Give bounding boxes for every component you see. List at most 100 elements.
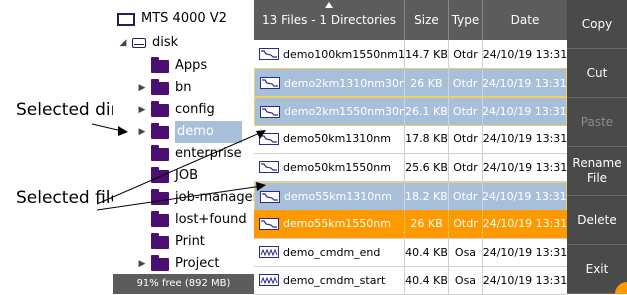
file-name-cell: demo100km1550nm10us xyxy=(254,40,405,68)
tree-folder-demo[interactable]: ▶ demo xyxy=(137,121,242,143)
osa-file-icon xyxy=(259,246,279,259)
table-row[interactable]: demo55km1550nm 26 KB Otdr 24/10/19 13:31 xyxy=(254,209,567,239)
otdr-file-icon xyxy=(259,161,279,174)
file-name-cell: demo_cmdm_start xyxy=(254,266,405,295)
tree-folder-project[interactable]: ▶ Project xyxy=(137,253,219,275)
delete-button[interactable]: Delete xyxy=(567,196,627,245)
file-type-cell: Otdr xyxy=(449,40,483,68)
file-name-cell: demo50km1310nm xyxy=(254,124,405,153)
tree-folder-label: Project xyxy=(175,256,220,271)
column-header-name[interactable]: 13 Files - 1 Directories xyxy=(254,0,405,40)
expand-arrow-icon[interactable]: ▶ xyxy=(137,83,147,93)
file-size-cell: 17.8 KB xyxy=(405,124,449,153)
table-row[interactable]: demo100km1550nm10us14.7 KBOtdr24/10/19 1… xyxy=(254,40,567,69)
expand-arrow-icon[interactable]: ▶ xyxy=(137,127,147,137)
table-row[interactable]: demo50km1310nm 17.8 KB Otdr 24/10/19 13:31 xyxy=(254,124,567,154)
file-name: demo50km1550nm xyxy=(283,160,391,174)
otdr-file-icon xyxy=(259,217,279,230)
rename-file-button[interactable]: Rename File xyxy=(567,147,627,196)
expanded-arrow-icon[interactable]: ◢ xyxy=(118,38,128,48)
file-date-cell: 24/10/19 13:31 xyxy=(482,105,566,119)
expand-arrow-icon[interactable]: ▶ xyxy=(137,105,147,115)
folder-icon xyxy=(151,100,169,117)
file-type-cell: Otdr xyxy=(449,153,483,182)
paste-button[interactable]: Paste xyxy=(567,98,627,147)
tree-folder-lost-found[interactable]: lost+found xyxy=(137,209,247,231)
file-name-cell: demo2km1310nm30ns xyxy=(255,69,406,98)
directory-tree: MTS 4000 V2 ◢ disk Apps ▶ bn ▶ config ▶ demo en… xyxy=(113,0,254,294)
otdr-file-icon xyxy=(260,105,280,118)
tree-folder-label: enterprise xyxy=(175,146,242,161)
disk-label: disk xyxy=(152,35,179,50)
folder-icon xyxy=(151,78,169,95)
tree-folder-config[interactable]: ▶ config xyxy=(137,99,215,121)
file-type-cell: Otdr xyxy=(449,124,483,153)
type-header-label: Type xyxy=(451,13,480,27)
sort-ascending-icon xyxy=(325,2,333,8)
file-name: demo2km1550nm30ns xyxy=(284,105,406,119)
file-name-cell: demo_cmdm_end xyxy=(254,238,405,267)
file-name-cell: demo50km1550nm xyxy=(254,153,405,182)
file-size-cell: 40.4 KB xyxy=(405,266,449,295)
file-name-cell: demo2km1550nm30ns xyxy=(255,97,406,126)
column-header-size[interactable]: Size xyxy=(405,0,449,40)
tree-folder-job[interactable]: JOB xyxy=(137,165,198,187)
file-name: demo_cmdm_start xyxy=(283,273,386,287)
file-size-cell: 18.2 KB xyxy=(405,182,449,211)
tree-folder-label: bn xyxy=(175,80,192,95)
tree-device-node[interactable]: MTS 4000 V2 xyxy=(117,8,227,30)
file-date-cell: 24/10/19 13:31 xyxy=(483,245,567,259)
file-name: demo_cmdm_end xyxy=(283,245,381,259)
file-size-cell: 40.4 KB xyxy=(405,238,449,267)
table-row[interactable]: demo_cmdm_end 40.4 KB Osa 24/10/19 13:31 xyxy=(254,238,567,268)
action-panel: Copy Cut Paste Rename File Delete Exit xyxy=(567,0,627,294)
file-date-cell: 24/10/19 13:31 xyxy=(483,273,567,287)
file-date-cell: 24/10/19 13:31 xyxy=(483,47,567,61)
folder-icon xyxy=(151,166,169,183)
tree-folder-apps[interactable]: Apps xyxy=(137,55,207,77)
file-table: 13 Files - 1 Directories Size Type Date … xyxy=(254,0,567,295)
otdr-file-icon xyxy=(259,132,279,145)
tree-folder-label: Apps xyxy=(175,58,208,73)
tree-folder-label: config xyxy=(175,102,215,117)
tree-folder-enterprise[interactable]: enterprise xyxy=(137,143,242,165)
tree-folder-label: job-manager xyxy=(175,190,254,205)
file-name: demo100km1550nm10us xyxy=(283,47,405,61)
tree-disk-node[interactable]: ◢ disk xyxy=(118,32,179,54)
table-row[interactable]: demo50km1550nm 25.6 KB Otdr 24/10/19 13:31 xyxy=(254,153,567,183)
file-name-cell: demo55km1310nm xyxy=(255,182,406,211)
file-type-cell: Otdr xyxy=(449,69,483,98)
disk-icon xyxy=(132,38,146,48)
expand-arrow-icon[interactable]: ▶ xyxy=(137,259,147,269)
table-row[interactable]: demo_cmdm_start 40.4 KB Osa 24/10/19 13:31 xyxy=(254,266,567,295)
file-type-cell: Otdr xyxy=(449,209,483,238)
size-header-label: Size xyxy=(414,13,439,27)
folder-icon xyxy=(151,56,169,73)
column-header-type[interactable]: Type xyxy=(449,0,483,40)
file-type-cell: Osa xyxy=(449,238,483,267)
otdr-file-icon xyxy=(260,77,280,90)
device-label: MTS 4000 V2 xyxy=(141,11,227,26)
cut-button[interactable]: Cut xyxy=(567,49,627,98)
column-header-date[interactable]: Date xyxy=(483,0,567,40)
copy-button[interactable]: Copy xyxy=(567,0,627,49)
folder-icon xyxy=(151,232,169,249)
table-row[interactable]: demo2km1310nm30ns 26 KB Otdr 24/10/19 13:31 xyxy=(254,68,567,98)
folder-icon xyxy=(151,254,169,271)
table-row[interactable]: demo2km1550nm30ns 26.1 KB Otdr 24/10/19 13:… xyxy=(254,96,567,126)
tree-folder-job-manager[interactable]: job-manager xyxy=(137,187,254,209)
files-count-label: 13 Files - 1 Directories xyxy=(262,13,396,27)
table-row[interactable]: demo55km1310nm 18.2 KB Otdr 24/10/19 13:31 xyxy=(254,181,567,211)
file-date-cell: 24/10/19 13:31 xyxy=(482,190,566,203)
tree-folder-label: lost+found xyxy=(175,212,247,227)
folder-icon xyxy=(151,144,169,161)
tree-folder-bn[interactable]: ▶ bn xyxy=(137,77,192,99)
file-type-cell: Otdr xyxy=(449,97,483,126)
file-date-cell: 24/10/19 13:31 xyxy=(483,217,567,231)
device-icon xyxy=(117,12,135,26)
file-size-cell: 25.6 KB xyxy=(405,153,449,182)
osa-file-icon xyxy=(259,274,279,287)
tree-folder-label: demo xyxy=(175,121,242,143)
tree-folder-print[interactable]: Print xyxy=(137,231,205,253)
file-date-cell: 24/10/19 13:31 xyxy=(483,132,567,146)
